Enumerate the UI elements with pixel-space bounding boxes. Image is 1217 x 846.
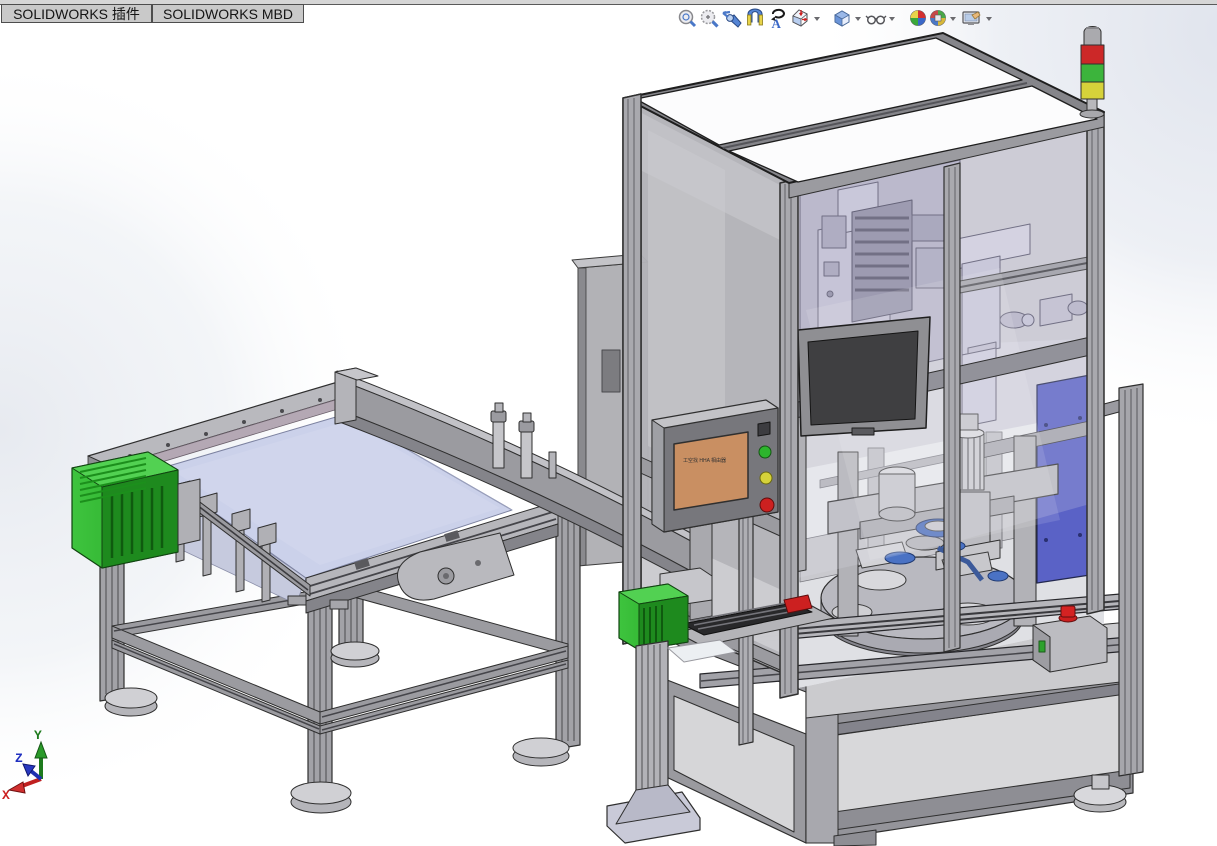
svg-text:Z: Z <box>15 751 23 766</box>
svg-text:Y: Y <box>34 728 42 743</box>
svg-text:工空找 HHA 相由器: 工空找 HHA 相由器 <box>683 457 726 464</box>
svg-text:X: X <box>2 788 10 803</box>
